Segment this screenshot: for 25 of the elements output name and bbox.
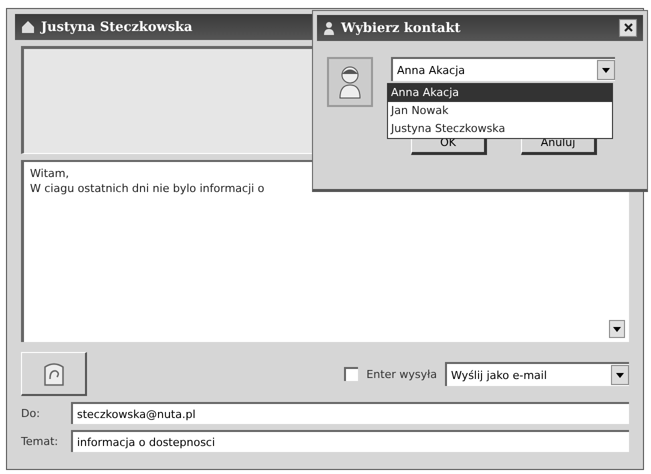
text-field[interactable]: steczkowska@nuta.pl [71,402,629,424]
enter-sends-label: Enter wysyła [366,368,437,380]
caret-icon [616,372,624,378]
message-text: Witam, [30,166,70,181]
dialog-title: Wybierz kontakt [341,20,460,36]
contact-option[interactable]: Anna Akacja [388,84,612,102]
scroll-down-button[interactable] [609,320,625,338]
enter-sends-checkbox[interactable] [344,367,358,381]
message-area[interactable]: Witam, W ciagu ostatnich dni nie bylo informacji o [21,160,629,342]
field-label: Do: [21,406,41,420]
person-icon [323,21,335,35]
message-text: W ciagu ostatnich dni nie bylo informacji o [30,181,266,196]
close-icon [624,23,632,32]
caret-icon [613,326,621,332]
send-mode-dropdown[interactable]: Wyślij jako e-mail [445,362,629,386]
caret-icon [602,68,610,72]
person-icon [337,65,363,99]
window-title: Justyna Steczkowska [41,20,192,34]
house-icon [21,20,35,34]
contact-dropdown[interactable]: Anna Akacja [391,57,615,81]
attach-button[interactable] [21,352,87,396]
document-icon [42,360,66,386]
field-label: Temat: [21,434,60,448]
text-field[interactable]: informacja o dostepnosci [71,430,629,452]
close-button[interactable] [619,19,637,37]
